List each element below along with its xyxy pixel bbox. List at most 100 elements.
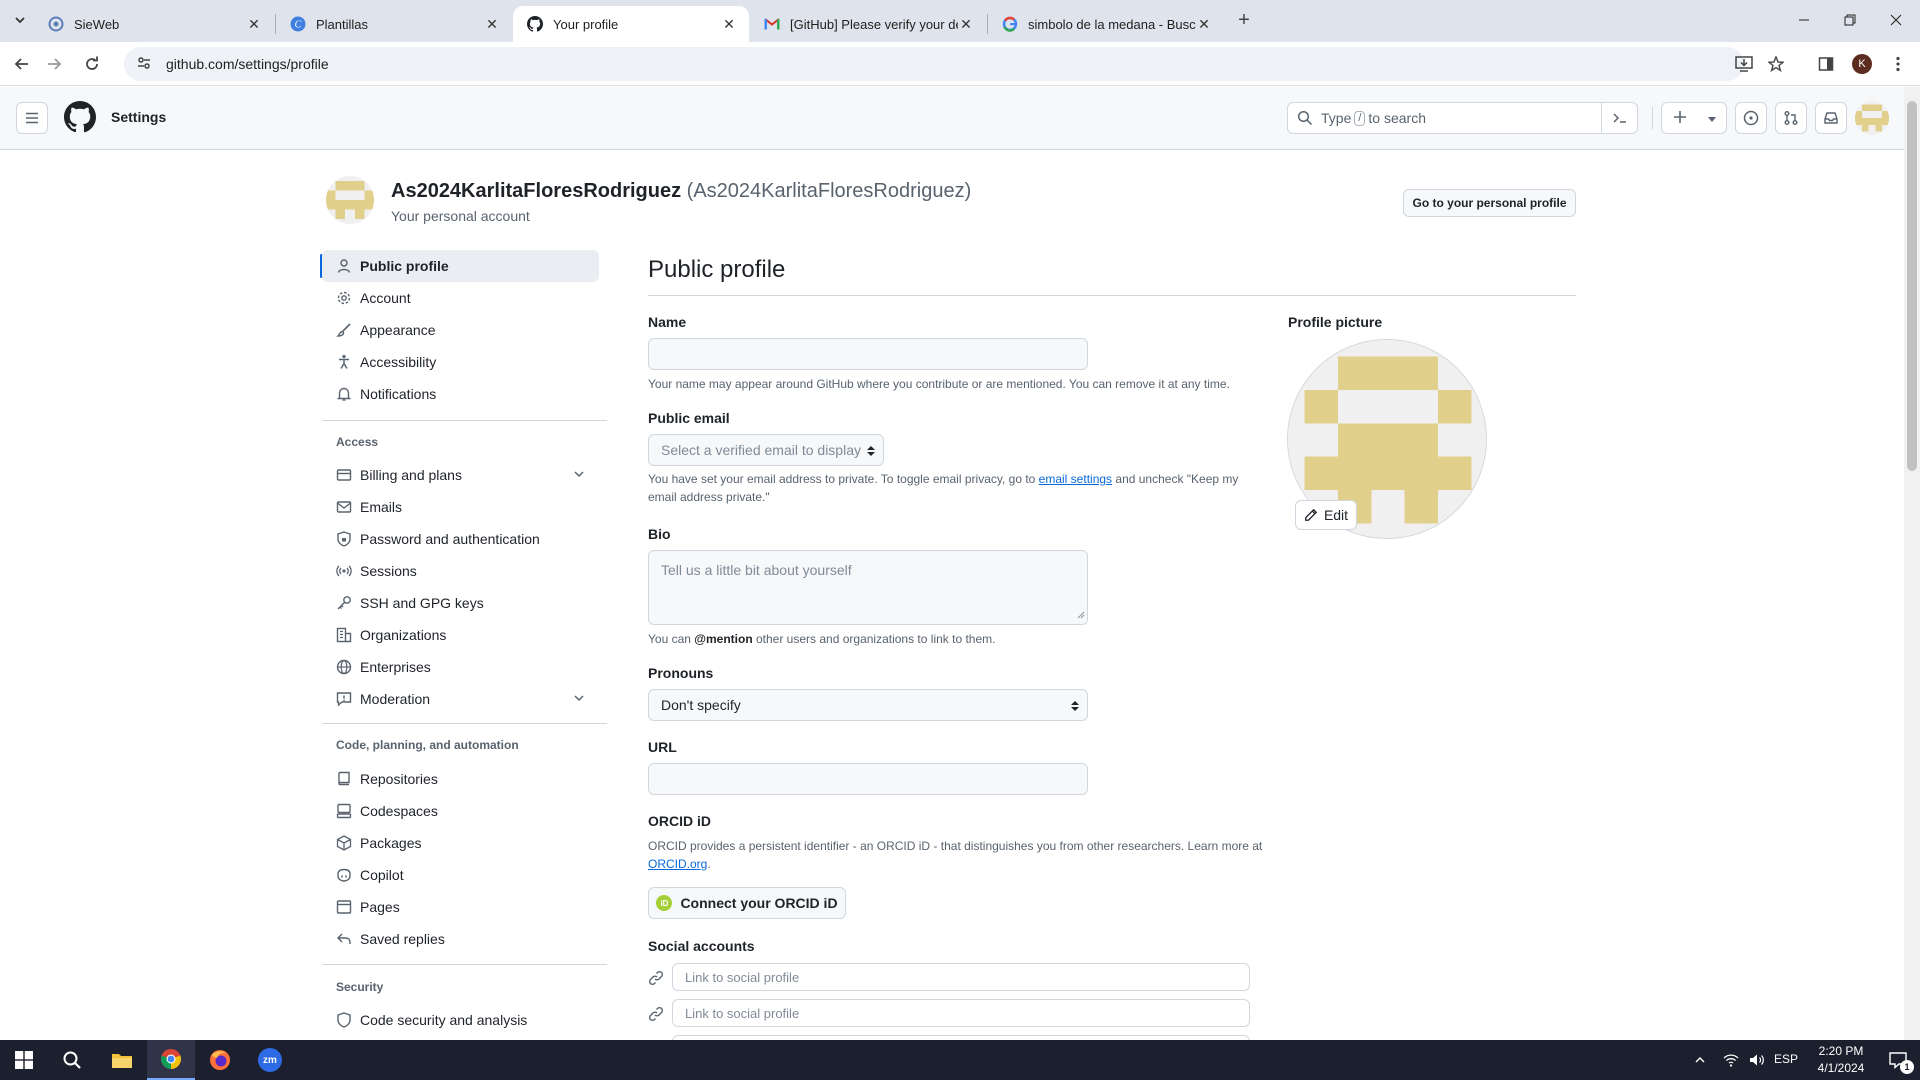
social-accounts-label: Social accounts	[648, 938, 755, 954]
sidebar-item-codespaces[interactable]: Codespaces	[322, 795, 599, 827]
chevron-up-icon[interactable]	[1686, 1040, 1714, 1080]
restore-icon[interactable]	[1827, 0, 1873, 40]
orcid-org-link[interactable]: ORCID.org	[648, 857, 707, 871]
chevron-down-icon[interactable]	[573, 467, 585, 483]
select-arrows-icon	[1071, 699, 1079, 715]
sidebar-item-copilot[interactable]: Copilot	[322, 859, 599, 891]
email-note-text: You have set your email address to priva…	[648, 472, 1036, 486]
sidebar-item-accessibility[interactable]: Accessibility	[322, 346, 599, 378]
sidebar-item-pages[interactable]: Pages	[322, 891, 599, 923]
sidebar-item-label: Notifications	[360, 386, 437, 402]
command-palette-icon[interactable]	[1601, 103, 1637, 133]
hamburger-menu-icon[interactable]	[16, 102, 48, 134]
address-bar[interactable]: github.com/settings/profile	[124, 47, 1744, 81]
search-input[interactable]: Type / to search	[1287, 102, 1638, 134]
sidebar-item-saved-replies[interactable]: Saved replies	[322, 923, 599, 955]
repo-icon	[336, 771, 352, 787]
search-icon[interactable]	[48, 1040, 96, 1080]
chevron-down-icon[interactable]	[573, 691, 585, 707]
browser-tab-active[interactable]: Your profile ✕	[513, 6, 749, 42]
close-tab-icon[interactable]: ✕	[958, 16, 974, 32]
header-context-title[interactable]: Settings	[111, 109, 166, 125]
firefox-icon[interactable]	[196, 1040, 244, 1080]
close-tab-icon[interactable]: ✕	[246, 16, 262, 32]
sidebar-item-notifications[interactable]: Notifications	[322, 378, 599, 410]
file-explorer-icon[interactable]	[98, 1040, 146, 1080]
sidebar-item-billing[interactable]: Billing and plans	[322, 459, 599, 491]
sidebar-item-enterprises[interactable]: Enterprises	[322, 651, 599, 683]
social-profile-input[interactable]: Link to social profile	[672, 963, 1250, 991]
clock[interactable]: 2:20 PM 4/1/2024	[1806, 1043, 1876, 1077]
sidebar-item-label: Sessions	[360, 563, 417, 579]
page-scrollbar[interactable]	[1904, 87, 1920, 1040]
sidebar-item-emails[interactable]: Emails	[322, 491, 599, 523]
name-input[interactable]	[648, 338, 1088, 370]
sidebar-item-ssh-keys[interactable]: SSH and GPG keys	[322, 587, 599, 619]
browser-tab[interactable]: simbolo de la medana - Buscar ✕	[988, 6, 1224, 42]
sidebar-item-packages[interactable]: Packages	[322, 827, 599, 859]
back-arrow-icon[interactable]	[8, 50, 36, 78]
pull-requests-icon[interactable]	[1775, 102, 1807, 134]
install-app-icon[interactable]	[1730, 50, 1758, 78]
close-tab-icon[interactable]: ✕	[484, 16, 500, 32]
resize-handle-icon[interactable]	[1077, 606, 1085, 622]
side-panel-icon[interactable]	[1812, 50, 1840, 78]
bio-note-text: You can	[648, 632, 691, 646]
tab-search-chevron-icon[interactable]	[6, 6, 34, 34]
sidebar-item-repositories[interactable]: Repositories	[322, 763, 599, 795]
public-email-note: You have set your email address to priva…	[648, 470, 1248, 506]
wifi-icon[interactable]	[1718, 1040, 1744, 1080]
edit-picture-button[interactable]: Edit	[1295, 500, 1357, 530]
sidebar-item-account[interactable]: Account	[322, 282, 599, 314]
new-tab-plus-icon[interactable]: +	[1230, 6, 1258, 34]
bio-textarea[interactable]: Tell us a little bit about yourself	[648, 550, 1088, 625]
speaker-icon[interactable]	[1744, 1040, 1770, 1080]
chrome-taskbar-icon[interactable]	[147, 1040, 195, 1080]
zoom-app-icon[interactable]: zm	[246, 1040, 294, 1080]
notifications-icon[interactable]: 1	[1876, 1040, 1920, 1080]
close-tab-icon[interactable]: ✕	[721, 16, 737, 32]
bookmark-star-icon[interactable]	[1762, 50, 1790, 78]
profile-initial: K	[1852, 54, 1872, 74]
site-info-icon[interactable]	[136, 55, 152, 74]
url-label: URL	[648, 739, 677, 755]
sidebar-item-code-security[interactable]: Code security and analysis	[322, 1004, 599, 1036]
close-tab-icon[interactable]: ✕	[1196, 16, 1212, 32]
sidebar-item-appearance[interactable]: Appearance	[322, 314, 599, 346]
account-name[interactable]: As2024KarlitaFloresRodriguez	[391, 180, 681, 202]
public-email-select[interactable]: Select a verified email to display	[648, 434, 884, 466]
browser-tab[interactable]: [GitHub] Please verify your devi ✕	[750, 6, 986, 42]
search-shortcut-key: /	[1354, 110, 1366, 126]
forward-arrow-icon[interactable]	[40, 50, 68, 78]
link-icon	[648, 970, 664, 989]
chrome-profile-avatar[interactable]: K	[1848, 50, 1876, 78]
windows-start-icon[interactable]	[0, 1040, 48, 1080]
sidebar-item-organizations[interactable]: Organizations	[322, 619, 599, 651]
pronouns-select[interactable]: Don't specify	[648, 689, 1088, 721]
browser-tab[interactable]: SieWeb ✕	[34, 6, 274, 42]
user-avatar[interactable]	[1855, 101, 1889, 135]
create-new-dropdown[interactable]	[1661, 102, 1727, 134]
sidebar-item-password[interactable]: Password and authentication	[322, 523, 599, 555]
inbox-icon[interactable]	[1815, 102, 1847, 134]
sidebar-item-label: Copilot	[360, 867, 404, 883]
reload-icon[interactable]	[78, 50, 106, 78]
issues-icon[interactable]	[1735, 102, 1767, 134]
sidebar-item-public-profile[interactable]: Public profile	[322, 250, 599, 282]
url-input[interactable]	[648, 763, 1088, 795]
connect-orcid-button[interactable]: iD Connect your ORCID iD	[648, 887, 846, 919]
scrollbar-thumb[interactable]	[1907, 101, 1917, 471]
go-to-profile-button[interactable]: Go to your personal profile	[1403, 189, 1576, 217]
chrome-menu-icon[interactable]	[1884, 50, 1912, 78]
orcid-note-text: ORCID provides a persistent identifier -…	[648, 839, 1263, 853]
social-profile-input[interactable]: Link to social profile	[672, 999, 1250, 1027]
sidebar-item-moderation[interactable]: Moderation	[322, 683, 599, 715]
windows-taskbar: zm ESP 2:20 PM 4/1/2024 1	[0, 1040, 1920, 1080]
minimize-icon[interactable]	[1781, 0, 1827, 40]
language-indicator[interactable]: ESP	[1774, 1052, 1798, 1066]
sidebar-item-sessions[interactable]: Sessions	[322, 555, 599, 587]
github-logo-icon[interactable]	[64, 101, 97, 136]
email-settings-link[interactable]: email settings	[1039, 472, 1112, 486]
close-window-icon[interactable]	[1873, 0, 1919, 40]
browser-tab[interactable]: C Plantillas ✕	[276, 6, 512, 42]
